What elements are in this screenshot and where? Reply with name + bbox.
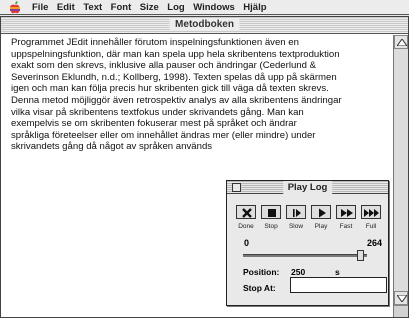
slider-max-label: 264 <box>366 238 382 248</box>
close-x-icon <box>242 208 252 218</box>
slow-label: Slow <box>288 223 304 230</box>
menu-text[interactable]: Text <box>83 2 102 13</box>
menu-log[interactable]: Log <box>167 2 184 13</box>
menu-windows[interactable]: Windows <box>193 2 235 13</box>
slow-play-icon <box>293 209 301 217</box>
document-title-bar[interactable]: Metodboken <box>1 17 408 34</box>
position-unit: s <box>335 267 340 277</box>
menu-edit[interactable]: Edit <box>57 2 75 13</box>
menu-font[interactable]: Font <box>111 2 132 13</box>
full-label: Full <box>365 223 377 230</box>
done-label: Done <box>238 223 254 230</box>
stop-button[interactable] <box>261 205 281 219</box>
text-line: uppspelningsfunktion, där man kan spela … <box>11 48 340 60</box>
apple-logo-icon[interactable] <box>9 0 23 14</box>
position-label: Position: <box>243 267 280 277</box>
stop-square-icon <box>268 209 276 217</box>
full-speed-icon <box>364 209 379 217</box>
play-label: Play <box>314 223 328 230</box>
text-line: Severinson Eklundh, n.d.; Kollberg, 1998… <box>11 71 337 83</box>
fast-label: Fast <box>339 223 353 230</box>
fast-forward-icon <box>341 209 353 217</box>
text-line: exakt som den skrevs, inklusive alla pau… <box>11 60 317 72</box>
text-line: vilka visar på skribentens textfokus und… <box>11 106 304 118</box>
close-box-icon[interactable] <box>232 183 241 192</box>
menu-bar: File Edit Text Font Size Log Windows Hjä… <box>0 0 409 15</box>
slow-button[interactable] <box>286 205 306 219</box>
position-slider-thumb[interactable] <box>356 250 364 261</box>
scroll-up-arrow-icon[interactable] <box>394 35 408 49</box>
play-log-title: Play Log <box>282 181 333 194</box>
stop-at-label: Stop At: <box>243 283 276 293</box>
menu-help[interactable]: Hjälp <box>243 2 266 13</box>
text-line: språkliga företeelser eller om innehålle… <box>11 129 316 141</box>
text-line: Programmet JEdit innehåller förutom insp… <box>11 37 299 48</box>
vertical-scrollbar[interactable] <box>393 35 408 317</box>
play-log-title-bar[interactable]: Play Log <box>227 181 388 194</box>
text-line: skrivandets gång då något av språken anv… <box>11 141 213 153</box>
text-line: Denna metod möjliggör även retrospektiv … <box>11 94 342 106</box>
play-triangle-icon <box>319 208 326 218</box>
stop-at-input[interactable] <box>290 277 387 293</box>
position-slider-track[interactable] <box>243 254 367 257</box>
stop-label: Stop <box>264 223 278 230</box>
play-log-window: Play Log Done Stop Slow Play Fast Full 0… <box>226 180 389 306</box>
done-button[interactable] <box>236 205 256 219</box>
scroll-down-arrow-icon[interactable] <box>394 291 408 305</box>
full-button[interactable] <box>361 205 381 219</box>
document-title: Metodboken <box>169 18 240 31</box>
fast-button[interactable] <box>336 205 356 219</box>
position-value: 250 <box>291 267 306 277</box>
menu-size[interactable]: Size <box>140 2 159 13</box>
play-button[interactable] <box>311 205 331 219</box>
text-line: igen och man kan följa precis hur skribe… <box>11 83 329 95</box>
text-line: exempelvis se om skribenten fokuserar me… <box>11 118 297 130</box>
menu-file[interactable]: File <box>32 2 48 13</box>
slider-min-label: 0 <box>244 238 250 248</box>
document-text-area[interactable]: Programmet JEdit innehåller förutom insp… <box>11 37 393 153</box>
resize-grow-box[interactable] <box>394 305 408 317</box>
